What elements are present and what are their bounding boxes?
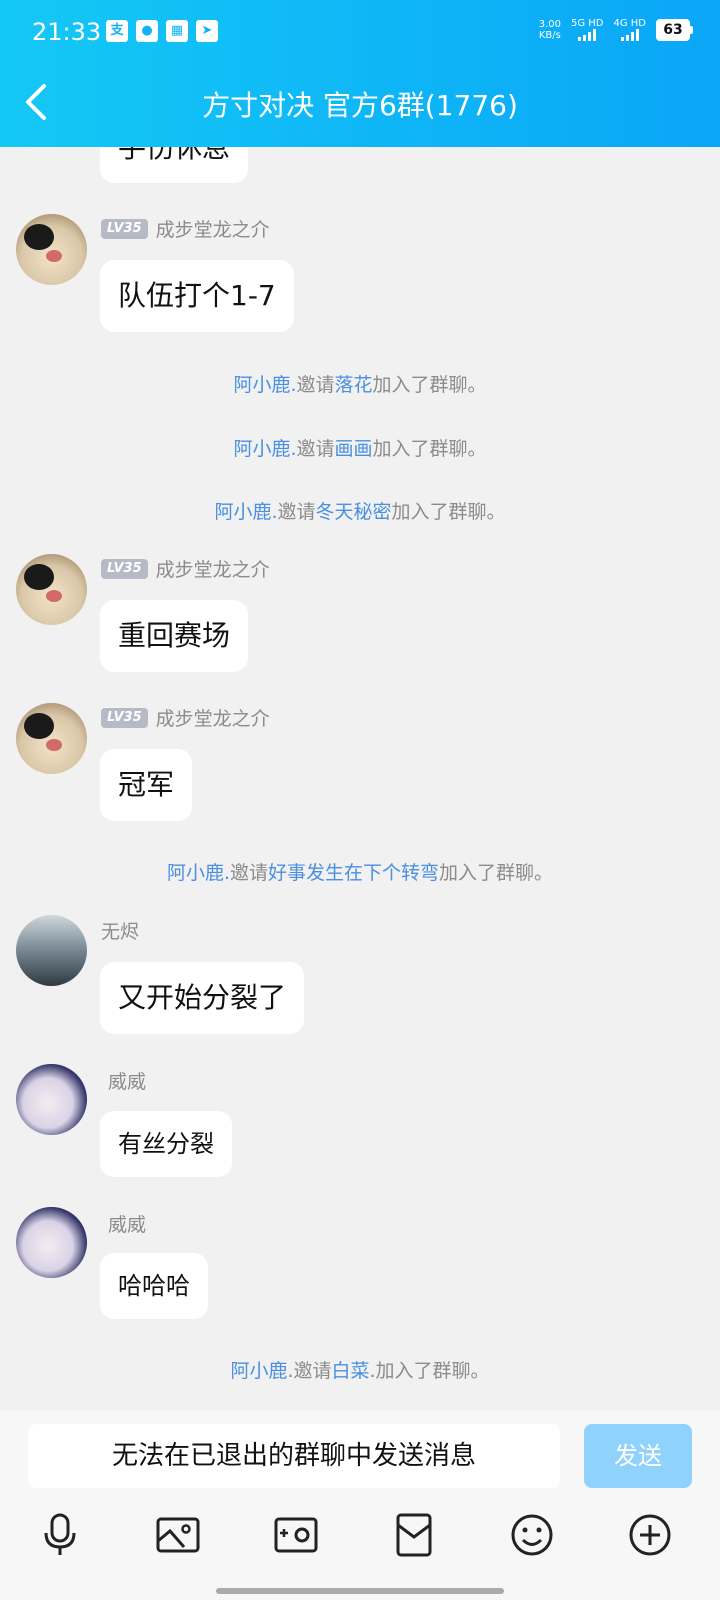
status-time: 21:33 — [32, 18, 102, 46]
invitee-link[interactable]: 画画 — [335, 438, 373, 460]
status-bar: 21:33 支 ● ▦ ➤ 3.00 KB/s 5G HD 4G HD 63 — [0, 0, 720, 70]
network-speed-unit: KB/s — [538, 29, 561, 41]
system-text: 邀请 — [277, 501, 316, 523]
sender-row: 无烬 — [101, 917, 139, 944]
sender-row: LV35 成步堂龙之介 — [101, 215, 270, 242]
system-text: 加入了群聊。 — [372, 374, 487, 396]
invitee-link[interactable]: 冬天秘密 — [316, 501, 392, 523]
network-speed-value: 3.00 — [538, 18, 561, 30]
sender-row: LV35 成步堂龙之介 — [101, 555, 270, 582]
message-bubble[interactable]: 冠军 — [100, 749, 193, 821]
system-text: 邀请 — [230, 862, 269, 884]
message-bubble[interactable]: 队伍打个1-7 — [100, 260, 294, 332]
message-bubble[interactable]: 哈哈哈 — [100, 1253, 208, 1319]
status-right: 3.00 KB/s 5G HD 4G HD 63 — [539, 18, 693, 41]
signal-4g-label: 4G HD — [613, 18, 646, 29]
sender-row: LV35 成步堂龙之介 — [101, 704, 270, 731]
sender-name[interactable]: 成步堂龙之介 — [156, 704, 270, 731]
system-text: 加入了群聊。 — [439, 862, 554, 884]
page-title: 方寸对决 官方6群(1776) — [202, 89, 518, 122]
notification-icons: 支 ● ▦ ➤ — [106, 20, 218, 42]
sender-name[interactable]: 威威 — [108, 1210, 146, 1237]
inviter-link[interactable]: 阿小鹿. — [233, 438, 296, 460]
level-badge: LV35 — [101, 707, 148, 728]
message-bubble[interactable]: 重回赛场 — [100, 600, 249, 672]
bottom-toolbar — [0, 1500, 720, 1600]
network-speed: 3.00 KB/s — [539, 19, 561, 41]
avatar[interactable] — [16, 703, 87, 774]
home-indicator — [216, 1588, 504, 1594]
avatar[interactable] — [16, 214, 87, 285]
system-text: 加入了群聊。 — [372, 438, 487, 460]
system-text: 邀请 — [296, 438, 335, 460]
signal-5g-icon: 5G HD — [570, 18, 604, 41]
level-badge: LV35 — [101, 218, 148, 239]
system-message: 阿小鹿.邀请好事发生在下个转弯加入了群聊。 — [0, 858, 720, 885]
inviter-link[interactable]: 阿小鹿. — [233, 374, 296, 396]
signal-4g-icon: 4G HD — [613, 18, 646, 41]
system-text: 邀请 — [293, 1360, 332, 1382]
plus-icon[interactable] — [626, 1511, 674, 1559]
system-message: 阿小鹿.邀请画画加入了群聊。 — [0, 434, 720, 461]
invitee-link[interactable]: 落花 — [335, 374, 373, 396]
sender-row: 威威 — [108, 1067, 146, 1094]
chat-area[interactable]: 手伤休息 LV35 成步堂龙之介 队伍打个1-7 阿小鹿.邀请落花加入了群聊。 … — [0, 147, 720, 1410]
image-icon: ▦ — [166, 20, 188, 42]
sender-name[interactable]: 威威 — [108, 1067, 146, 1094]
avatar[interactable] — [16, 915, 87, 986]
microphone-icon[interactable] — [36, 1511, 84, 1559]
emoji-icon[interactable] — [508, 1511, 556, 1559]
back-button[interactable] — [18, 80, 58, 124]
send-button[interactable]: 发送 — [584, 1424, 692, 1488]
system-message: 阿小鹿.邀请冬天秘密加入了群聊。 — [0, 497, 720, 524]
system-message: 阿小鹿.邀请白菜.加入了群聊。 — [0, 1356, 720, 1383]
invitee-link[interactable]: 好事发生在下个转弯 — [268, 862, 439, 884]
app-header: 21:33 支 ● ▦ ➤ 3.00 KB/s 5G HD 4G HD 63 方… — [0, 0, 720, 147]
system-text: 加入了群聊。 — [375, 1360, 490, 1382]
alipay-icon: 支 — [106, 20, 128, 42]
sender-name[interactable]: 无烬 — [101, 917, 139, 944]
avatar[interactable] — [16, 554, 87, 625]
sender-row: 威威 — [108, 1210, 146, 1237]
level-badge: LV35 — [101, 558, 148, 579]
battery-icon: 63 — [656, 18, 693, 41]
app-icon: ● — [136, 20, 158, 42]
sender-name[interactable]: 成步堂龙之介 — [156, 555, 270, 582]
image-icon[interactable] — [154, 1511, 202, 1559]
signal-5g-label: 5G HD — [570, 18, 604, 29]
camera-icon[interactable] — [272, 1511, 320, 1559]
avatar[interactable] — [16, 1207, 87, 1278]
system-message: 阿小鹿.邀请落花加入了群聊。 — [0, 370, 720, 397]
avatar[interactable] — [16, 1064, 87, 1135]
inviter-link[interactable]: 阿小鹿. — [230, 1360, 293, 1382]
message-bubble[interactable]: 又开始分裂了 — [100, 962, 305, 1034]
message-bubble[interactable]: 手伤休息 — [100, 147, 249, 183]
inviter-link[interactable]: 阿小鹿. — [214, 501, 277, 523]
system-text: 加入了群聊。 — [391, 501, 506, 523]
sender-name[interactable]: 成步堂龙之介 — [156, 215, 270, 242]
chevron-left-icon — [26, 84, 46, 120]
message-input[interactable]: 无法在已退出的群聊中发送消息 — [28, 1424, 560, 1488]
message-bubble[interactable]: 有丝分裂 — [100, 1111, 232, 1177]
inviter-link[interactable]: 阿小鹿. — [167, 862, 230, 884]
telegram-icon: ➤ — [196, 20, 218, 42]
system-text: 邀请 — [296, 374, 335, 396]
invitee-link[interactable]: 白菜. — [332, 1360, 376, 1382]
red-packet-icon[interactable] — [390, 1511, 438, 1559]
